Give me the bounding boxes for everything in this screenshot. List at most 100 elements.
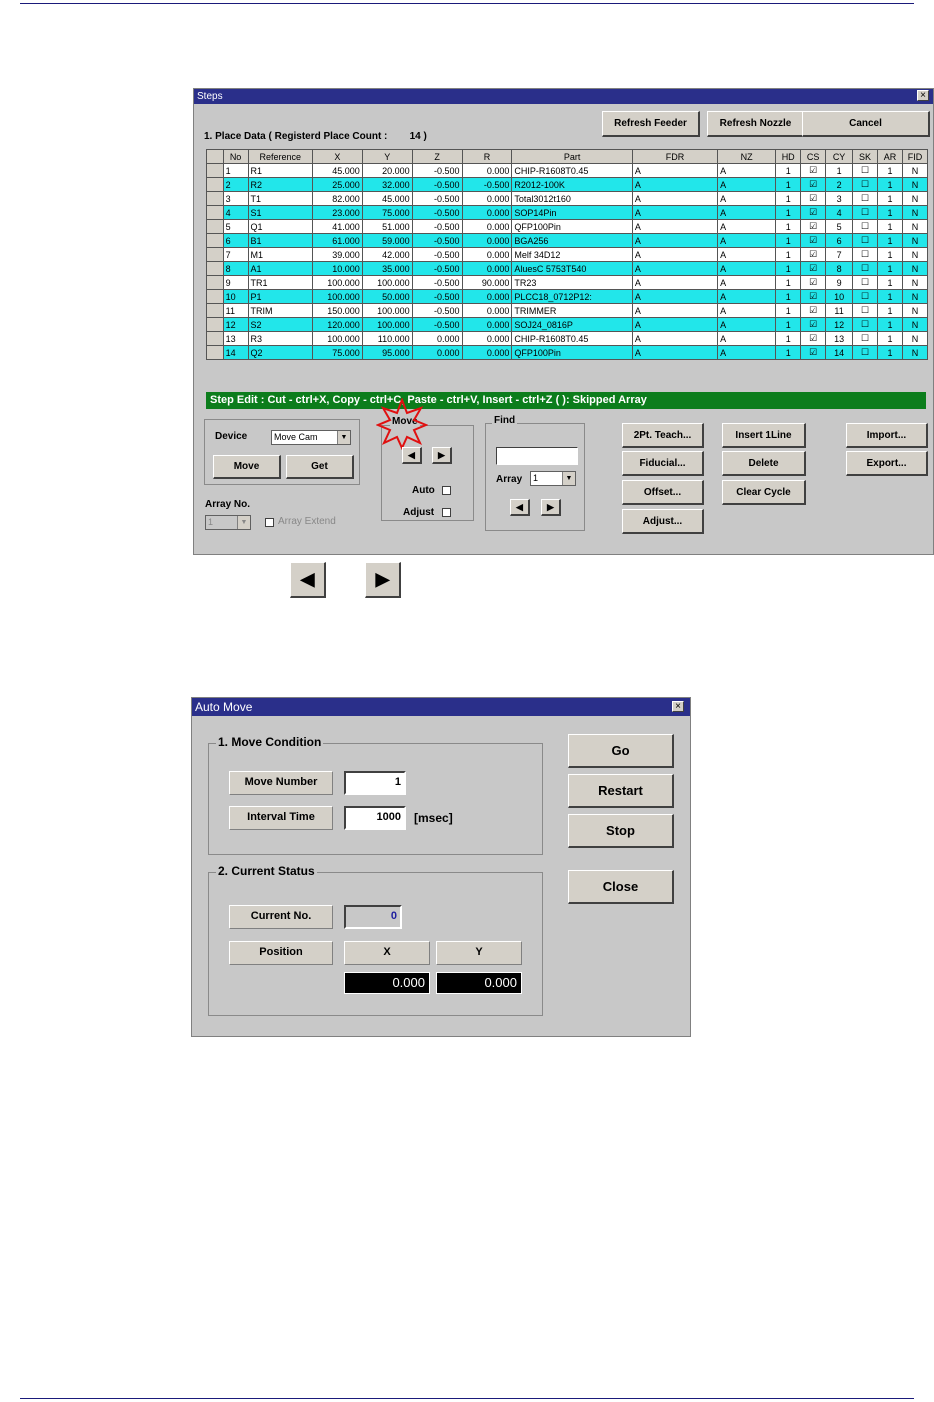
restart-button[interactable]: Restart <box>568 774 674 808</box>
cancel-button[interactable]: Cancel <box>802 111 930 137</box>
column-header[interactable]: NZ <box>717 149 777 164</box>
table-row[interactable]: 5 Q1 41.000 51.000 -0.500 0.000 QFP100Pin A A 1 ☑ 5… <box>206 219 929 234</box>
row-selector[interactable] <box>206 345 224 360</box>
table-cell-sk[interactable]: ☐ <box>852 261 878 276</box>
column-header[interactable]: Z <box>411 149 463 164</box>
table-cell-sk[interactable]: ☐ <box>852 219 878 234</box>
right-arrow-button[interactable]: ▶ <box>365 562 401 598</box>
table-cell-cs[interactable]: ☑ <box>800 275 827 290</box>
left-arrow-button[interactable]: ◀ <box>290 562 326 598</box>
table-cell-sk[interactable]: ☐ <box>852 163 878 178</box>
table-cell-cs[interactable]: ☑ <box>800 219 827 234</box>
import-button[interactable]: Import... <box>846 423 928 448</box>
table-cell-cs[interactable]: ☑ <box>800 205 827 220</box>
row-selector[interactable] <box>206 177 224 192</box>
stop-button[interactable]: Stop <box>568 814 674 848</box>
column-header[interactable]: CY <box>825 149 854 164</box>
table-cell-sk[interactable]: ☐ <box>852 303 878 318</box>
column-header[interactable]: CS <box>800 149 827 164</box>
row-selector[interactable] <box>206 247 224 262</box>
row-selector[interactable] <box>206 275 224 290</box>
table-row[interactable]: 7 M1 39.000 42.000 -0.500 0.000 Melf 34D12 A A 1 ☑… <box>206 247 929 262</box>
column-header[interactable]: SK <box>852 149 878 164</box>
column-header[interactable]: FDR <box>631 149 719 164</box>
table-cell-sk[interactable]: ☐ <box>852 177 878 192</box>
table-row[interactable]: 3 T1 82.000 45.000 -0.500 0.000 Total3012t160 A… <box>206 191 929 206</box>
table-cell-sk[interactable]: ☐ <box>852 275 878 290</box>
column-header[interactable]: No <box>222 149 249 164</box>
table-cell-sk[interactable]: ☐ <box>852 205 878 220</box>
table-row[interactable]: 13 R3 100.000 110.000 0.000 0.000 CHIP-R1608T0… <box>206 331 929 346</box>
row-selector[interactable] <box>206 191 224 206</box>
column-header[interactable]: Reference <box>247 149 313 164</box>
table-cell-cs[interactable]: ☑ <box>800 289 827 304</box>
column-header[interactable]: Y <box>361 149 413 164</box>
delete-button[interactable]: Delete <box>722 451 806 476</box>
table-row[interactable]: 9 TR1 100.000 100.000 -0.500 90.000 TR23 A A 1 ☑ 9 ☐… <box>206 275 929 290</box>
table-cell-cs[interactable]: ☑ <box>800 261 827 276</box>
chevron-down-icon[interactable]: ▼ <box>337 431 350 444</box>
device-combo[interactable]: Move Cam ▼ <box>271 430 351 445</box>
move-next-button[interactable]: ▶ <box>432 447 452 464</box>
offset-button[interactable]: Offset... <box>622 480 704 505</box>
table-cell-cs[interactable]: ☑ <box>800 317 827 332</box>
clear-cycle-button[interactable]: Clear Cycle <box>722 480 806 505</box>
array-extend-checkbox[interactable] <box>265 518 274 527</box>
column-header[interactable]: X <box>311 149 363 164</box>
go-button[interactable]: Go <box>568 734 674 768</box>
insert-line-button[interactable]: Insert 1Line <box>722 423 806 448</box>
table-cell-cs[interactable]: ☑ <box>800 177 827 192</box>
table-cell-sk[interactable]: ☐ <box>852 345 878 360</box>
refresh-feeder-button[interactable]: Refresh Feeder <box>602 111 700 137</box>
column-header[interactable]: AR <box>877 149 903 164</box>
table-cell-cs[interactable]: ☑ <box>800 247 827 262</box>
fiducial-button[interactable]: Fiducial... <box>622 451 704 476</box>
table-cell-cs[interactable]: ☑ <box>800 345 827 360</box>
table-cell-sk[interactable]: ☐ <box>852 289 878 304</box>
auto-checkbox[interactable] <box>442 486 451 495</box>
chevron-down-icon[interactable]: ▼ <box>237 516 250 529</box>
column-header[interactable]: FID <box>901 149 929 164</box>
table-row[interactable]: 11 TRIM 150.000 100.000 -0.500 0.000 TRIMMER A A… <box>206 303 929 318</box>
table-cell-sk[interactable]: ☐ <box>852 317 878 332</box>
row-selector[interactable] <box>206 163 224 178</box>
row-selector[interactable] <box>206 317 224 332</box>
move-prev-button[interactable]: ◀ <box>402 447 422 464</box>
table-cell-cs[interactable]: ☑ <box>800 331 827 346</box>
table-row[interactable]: 12 S2 120.000 100.000 -0.500 0.000 SOJ24_0816P… <box>206 317 929 332</box>
adjust-checkbox[interactable] <box>442 508 451 517</box>
table-row[interactable]: 6 B1 61.000 59.000 -0.500 0.000 BGA256 A A 1 ☑ 6 ☐ 1 N <box>206 233 929 248</box>
row-selector[interactable] <box>206 219 224 234</box>
move-button[interactable]: Move <box>213 455 281 479</box>
steps-close-icon[interactable]: × <box>917 90 929 101</box>
row-selector[interactable] <box>206 303 224 318</box>
table-cell-cs[interactable]: ☑ <box>800 163 827 178</box>
auto-move-close-icon[interactable]: × <box>672 701 684 712</box>
close-button[interactable]: Close <box>568 870 674 904</box>
row-selector[interactable] <box>206 205 224 220</box>
table-cell-sk[interactable]: ☐ <box>852 247 878 262</box>
column-header[interactable]: R <box>461 149 513 164</box>
move-number-input[interactable]: 1 <box>344 771 406 795</box>
export-button[interactable]: Export... <box>846 451 928 476</box>
table-cell-cs[interactable]: ☑ <box>800 233 827 248</box>
table-row[interactable]: 10 P1 100.000 50.000 -0.500 0.000 PLCC18_0712P… <box>206 289 929 304</box>
column-header[interactable]: Part <box>511 149 633 164</box>
table-row[interactable]: 4 S1 23.000 75.000 -0.500 0.000 SOP14Pin A A 1 ☑ 4 ☐… <box>206 205 929 220</box>
interval-time-input[interactable]: 1000 <box>344 806 406 830</box>
adjust-button[interactable]: Adjust... <box>622 509 704 534</box>
find-array-combo[interactable]: 1 ▼ <box>530 471 576 486</box>
column-header[interactable]: HD <box>775 149 802 164</box>
find-prev-button[interactable]: ◀ <box>510 499 530 516</box>
find-next-button[interactable]: ▶ <box>541 499 561 516</box>
row-selector[interactable] <box>206 289 224 304</box>
array-no-combo[interactable]: 1 ▼ <box>205 515 251 530</box>
table-row[interactable]: 1 R1 45.000 20.000 -0.500 0.000 CHIP-R1608T0.4… <box>206 163 929 178</box>
table-cell-sk[interactable]: ☐ <box>852 233 878 248</box>
table-cell-sk[interactable]: ☐ <box>852 331 878 346</box>
get-button[interactable]: Get <box>286 455 354 479</box>
table-row[interactable]: 2 R2 25.000 32.000 -0.500 -0.500 R2012-100K A A 1… <box>206 177 929 192</box>
table-cell-sk[interactable]: ☐ <box>852 191 878 206</box>
table-cell-cs[interactable]: ☑ <box>800 303 827 318</box>
row-selector[interactable] <box>206 233 224 248</box>
